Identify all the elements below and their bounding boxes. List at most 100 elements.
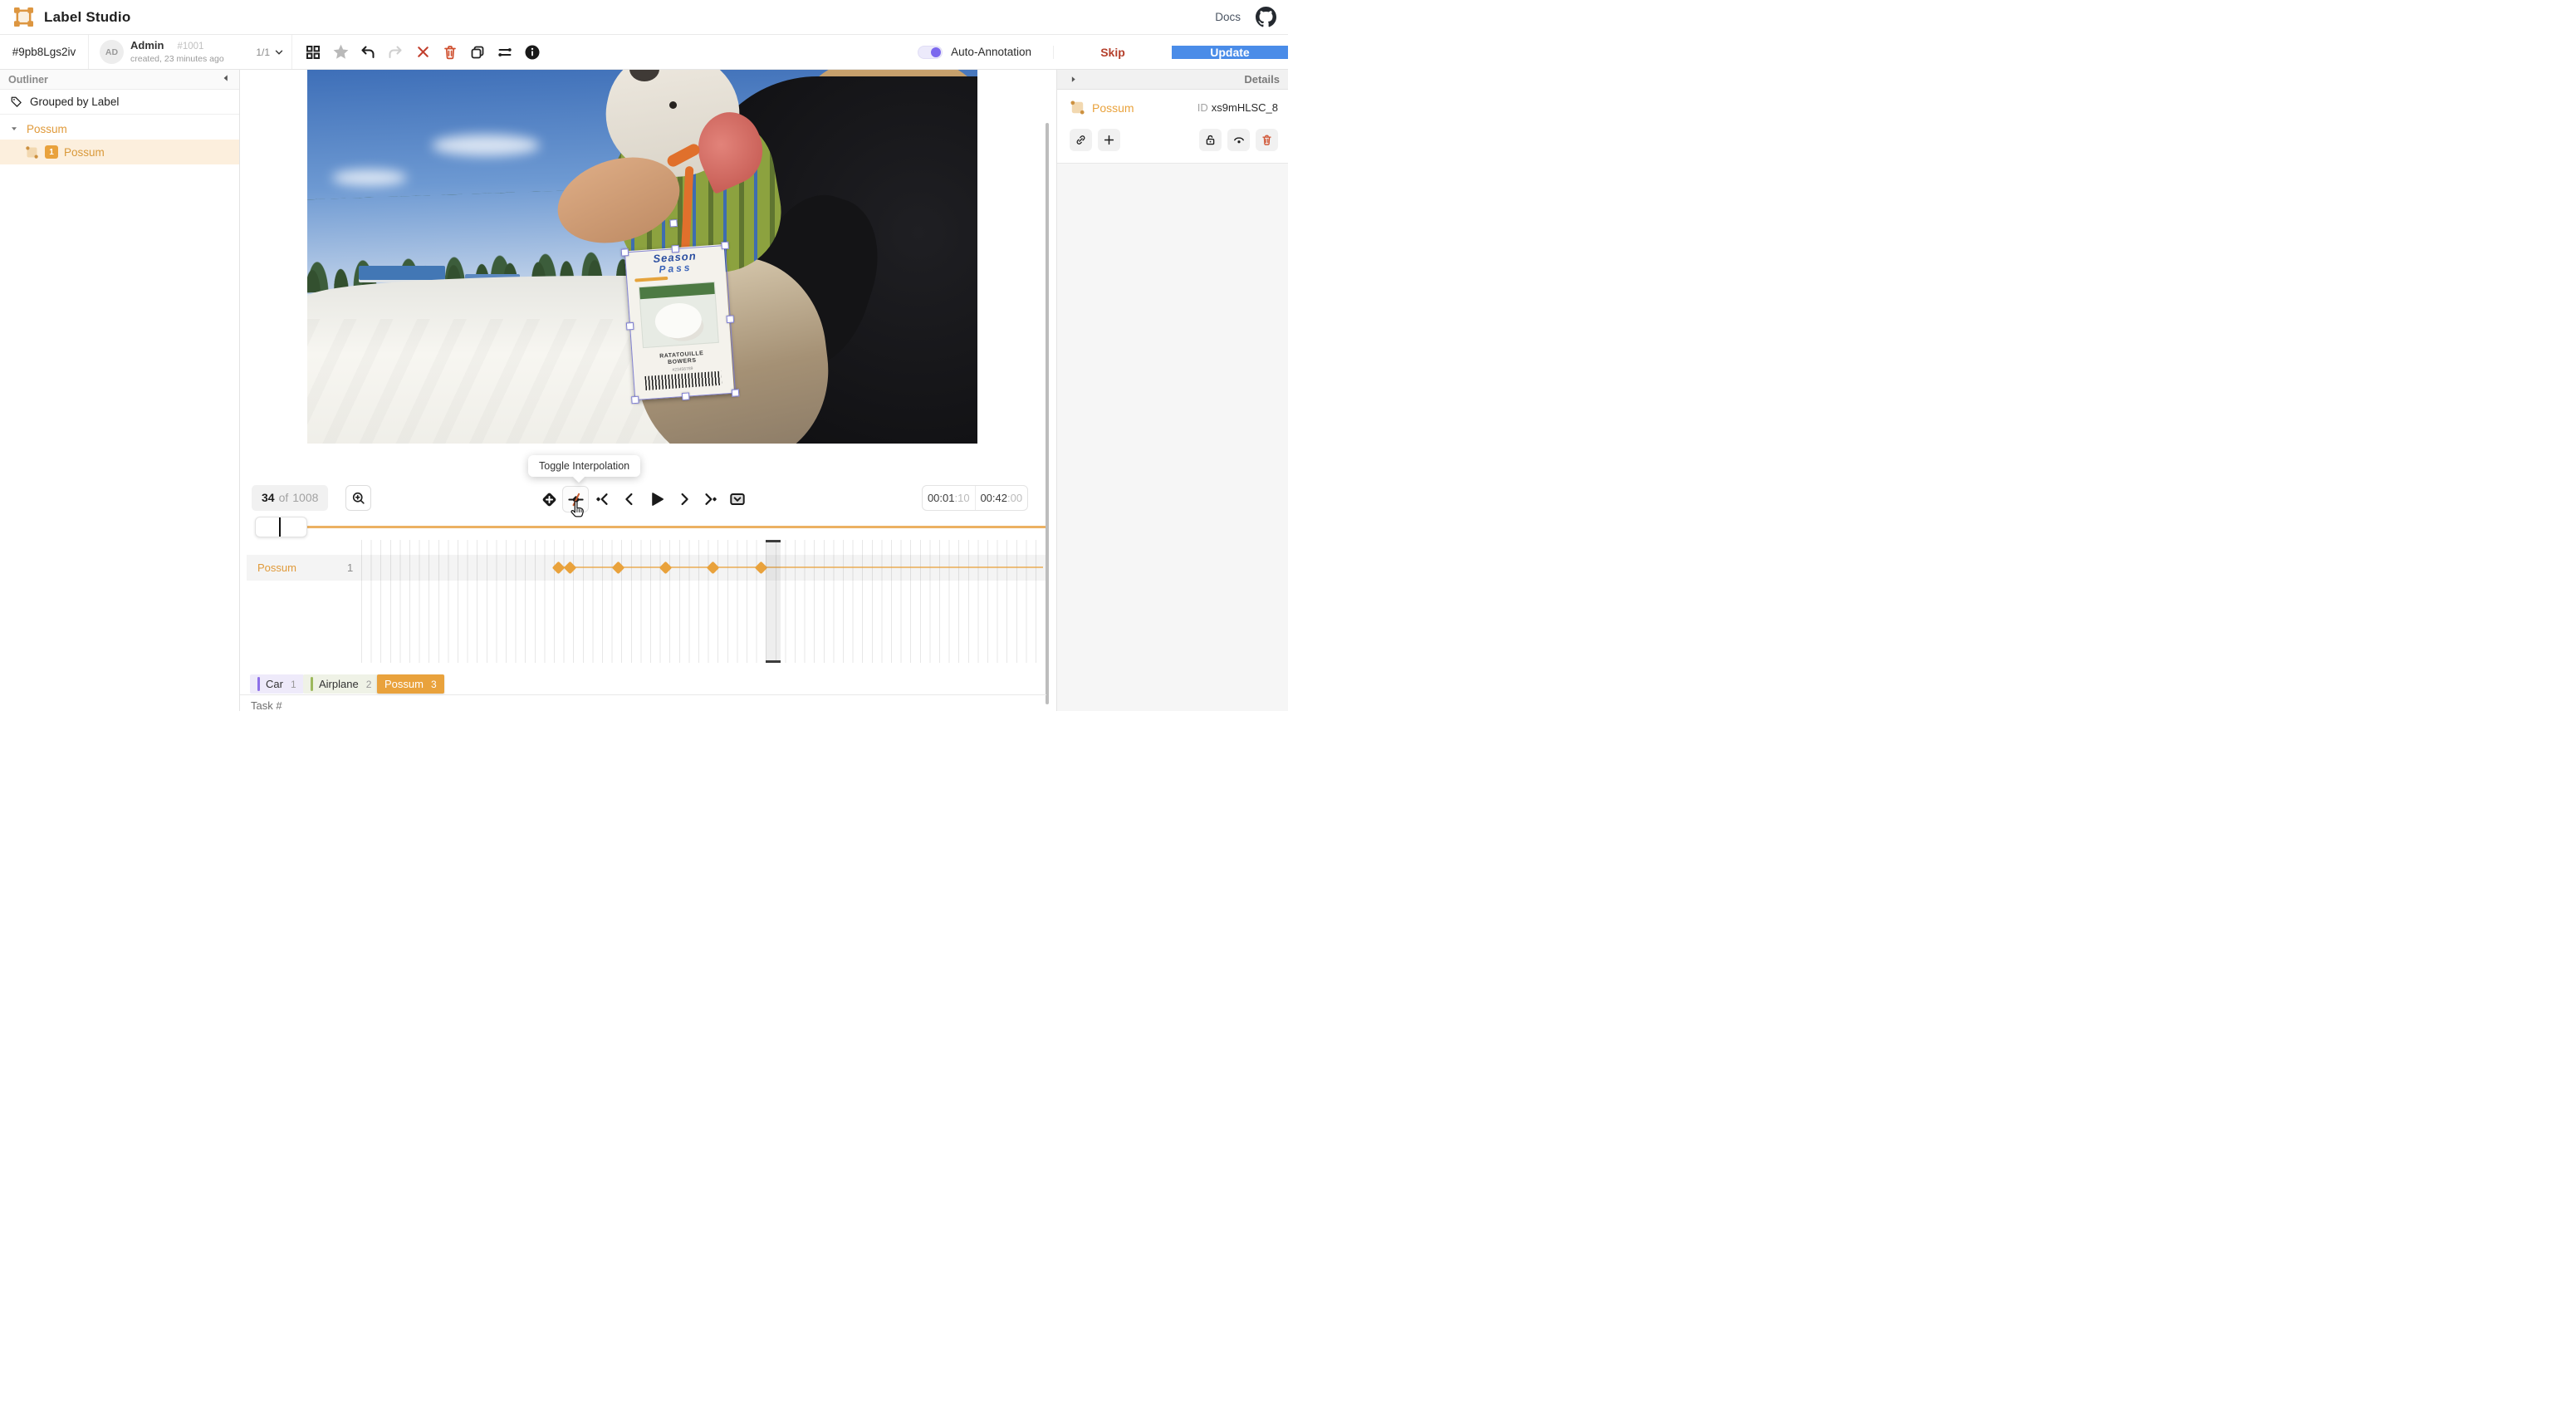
collapse-left-icon[interactable]	[221, 73, 231, 83]
region-id: IDxs9mHLSC_8	[1197, 101, 1278, 114]
vertical-scrollbar[interactable]	[1046, 123, 1049, 704]
task-number-label: Task #	[251, 699, 282, 711]
tree-group-possum[interactable]: Possum	[0, 118, 239, 140]
label-chip-car[interactable]: Car 1	[250, 674, 304, 694]
toolbar-right-cluster: Auto-Annotation Skip Update	[918, 35, 1288, 69]
video-building	[359, 266, 445, 280]
toggle-interpolation-button[interactable]	[562, 486, 589, 512]
play-icon	[648, 490, 666, 508]
seek-range-line[interactable]	[266, 526, 1046, 528]
resize-handle-bottom-left[interactable]	[631, 396, 639, 405]
resize-handle-bottom-right[interactable]	[732, 389, 740, 397]
caret-down-icon[interactable]	[10, 125, 18, 133]
label-studio-logo-icon	[13, 7, 34, 27]
current-frame[interactable]: 34	[262, 491, 275, 504]
label-color-stripe	[311, 677, 313, 691]
add-relation-button[interactable]	[1098, 129, 1120, 151]
toggle-knob	[931, 47, 941, 57]
timeline-playhead-column[interactable]	[766, 540, 781, 663]
skip-button[interactable]: Skip	[1053, 46, 1172, 59]
delete-region-button[interactable]	[1256, 129, 1278, 151]
info-button[interactable]	[522, 42, 542, 62]
task-id[interactable]: #9pb8Lgs2iv	[0, 35, 89, 69]
hide-region-button[interactable]	[1227, 129, 1250, 151]
github-icon[interactable]	[1256, 7, 1276, 27]
duplicate-button[interactable]	[468, 42, 487, 62]
resize-handle-right[interactable]	[727, 315, 735, 323]
region-list-item-possum[interactable]: 1 Possum	[0, 140, 239, 164]
region-row[interactable]: Possum IDxs9mHLSC_8	[1070, 100, 1278, 115]
label-studio-app: Label Studio Docs #9pb8Lgs2iv AD Admin #…	[0, 0, 1288, 711]
frames-box-icon	[728, 490, 747, 508]
details-title: Details	[1244, 73, 1280, 86]
details-header: Details	[1057, 70, 1288, 90]
trash-icon	[1261, 134, 1273, 146]
resize-handle-top[interactable]	[671, 245, 679, 253]
eye-icon	[1232, 134, 1246, 147]
total-frames: 1008	[292, 491, 318, 504]
timeline-track-label[interactable]: Possum	[257, 561, 296, 574]
chevron-right-icon	[676, 491, 693, 508]
timeline-track-count: 1	[347, 561, 353, 574]
plus-icon	[1103, 134, 1115, 146]
chevron-left-icon	[621, 491, 638, 508]
grouping-selector[interactable]: Grouped by Label	[0, 90, 239, 115]
label-chip-possum[interactable]: Possum 3	[377, 674, 444, 694]
collapse-right-icon[interactable]	[1069, 75, 1078, 84]
time-display: 00:01:10 00:42:00	[922, 485, 1028, 511]
lock-region-button[interactable]	[1199, 129, 1222, 151]
frames-panel-toggle-button[interactable]	[724, 486, 751, 512]
region-actions	[1070, 129, 1278, 151]
annotator-meta: Admin #1001 created, 23 minutes ago	[130, 40, 224, 63]
next-keyframe-button[interactable]	[697, 486, 723, 512]
tag-icon	[10, 96, 22, 108]
selected-region-card: Possum IDxs9mHLSC_8	[1057, 90, 1288, 164]
app-header: Label Studio Docs	[0, 0, 1288, 35]
previous-keyframe-button[interactable]	[590, 486, 616, 512]
possum-bounding-box[interactable]	[624, 245, 736, 400]
chevron-down-icon[interactable]	[273, 47, 285, 58]
prev-keyframe-icon	[595, 491, 611, 508]
star-button[interactable]	[331, 42, 350, 62]
annotation-info[interactable]: AD Admin #1001 created, 23 minutes ago 1…	[89, 35, 292, 69]
resize-handle-left[interactable]	[626, 322, 634, 331]
delete-annotation-button[interactable]	[440, 42, 460, 62]
annotation-id: #1001	[177, 42, 203, 52]
auto-annotation-toggle[interactable]	[918, 46, 943, 59]
keyframe-add-button[interactable]	[536, 486, 562, 512]
current-time[interactable]: 00:01:10	[923, 492, 975, 504]
diamond-plus-icon	[541, 491, 558, 508]
video-cloud	[432, 135, 540, 156]
outliner-panel: Outliner Grouped by Label Possum 1 Possu…	[0, 70, 240, 711]
redo-button[interactable]	[385, 42, 405, 62]
region-label: Possum	[1092, 101, 1134, 115]
resize-handle-top-left[interactable]	[621, 248, 629, 257]
region-index-badge: 1	[45, 145, 58, 159]
page-title: Label Studio	[44, 9, 130, 26]
bottom-divider	[240, 694, 1046, 695]
settings-transfer-button[interactable]	[495, 42, 515, 62]
play-button[interactable]	[644, 486, 670, 512]
frame-counter[interactable]: 34 of 1008	[252, 485, 328, 511]
docs-link[interactable]: Docs	[1215, 11, 1241, 23]
lock-icon	[1204, 134, 1217, 146]
seek-viewport-handle[interactable]	[255, 517, 307, 537]
link-icon	[1075, 134, 1087, 146]
label-chip-airplane[interactable]: Airplane 2	[303, 674, 379, 694]
update-button[interactable]: Update	[1172, 46, 1288, 59]
grid-view-button[interactable]	[303, 42, 323, 62]
label-color-stripe	[257, 677, 260, 691]
previous-frame-button[interactable]	[616, 486, 643, 512]
link-region-button[interactable]	[1070, 129, 1092, 151]
seek-playhead[interactable]	[279, 517, 281, 537]
rotation-handle[interactable]	[669, 219, 678, 228]
resize-handle-top-right[interactable]	[721, 242, 729, 250]
annotator-name: Admin	[130, 40, 164, 52]
undo-button[interactable]	[358, 42, 378, 62]
timeline-zoom-button[interactable]	[345, 485, 371, 511]
reject-button[interactable]	[413, 42, 433, 62]
magnifier-plus-icon	[351, 491, 366, 506]
bounding-box-region-icon	[25, 145, 39, 159]
next-frame-button[interactable]	[671, 486, 698, 512]
resize-handle-bottom[interactable]	[681, 392, 689, 400]
